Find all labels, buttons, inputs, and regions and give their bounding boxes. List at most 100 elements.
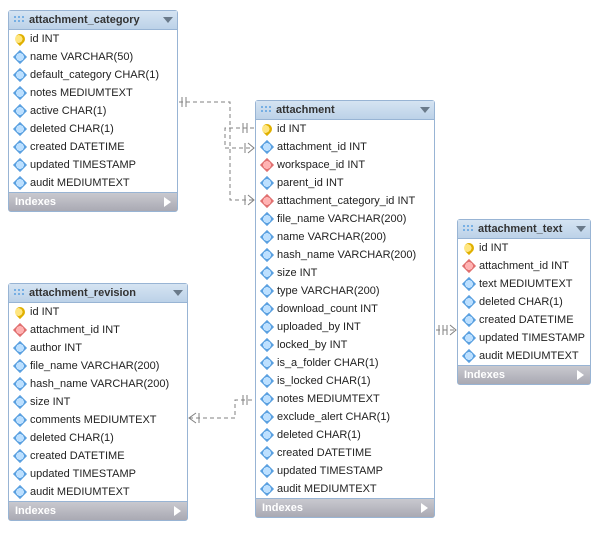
column-row[interactable]: audit MEDIUMTEXT [256,480,434,498]
column-row[interactable]: created DATETIME [256,444,434,462]
column-row[interactable]: download_count INT [256,300,434,318]
column-icon [13,467,27,481]
column-row[interactable]: audit MEDIUMTEXT [9,483,187,501]
column-row[interactable]: text MEDIUMTEXT [458,275,590,293]
column-label: audit MEDIUMTEXT [277,482,377,496]
column-label: audit MEDIUMTEXT [30,176,130,190]
column-row[interactable]: is_a_folder CHAR(1) [256,354,434,372]
column-label: author INT [30,341,82,355]
column-row[interactable]: file_name VARCHAR(200) [9,357,187,375]
chevron-right-icon [577,370,584,380]
column-icon [260,212,274,226]
column-row[interactable]: attachment_id INT [458,257,590,275]
rel-revision-to-attachment [189,395,254,423]
column-icon [260,374,274,388]
column-row[interactable]: updated TIMESTAMP [458,329,590,347]
column-row[interactable]: default_category CHAR(1) [9,66,177,84]
column-label: attachment_id INT [30,323,120,337]
column-row[interactable]: author INT [9,339,187,357]
column-row[interactable]: locked_by INT [256,336,434,354]
column-row[interactable]: parent_id INT [256,174,434,192]
table-attachment-category[interactable]: attachment_category id INTname VARCHAR(5… [8,10,178,212]
column-row[interactable]: id INT [9,303,187,321]
indexes-row[interactable]: Indexes [458,365,590,384]
column-icon [13,431,27,445]
column-row[interactable]: audit MEDIUMTEXT [458,347,590,365]
column-row[interactable]: id INT [458,239,590,257]
column-icon [260,410,274,424]
column-icon [13,359,27,373]
column-row[interactable]: deleted CHAR(1) [9,120,177,138]
column-row[interactable]: created DATETIME [458,311,590,329]
indexes-row[interactable]: Indexes [256,498,434,517]
indexes-row[interactable]: Indexes [9,501,187,520]
chevron-right-icon [164,197,171,207]
column-row[interactable]: type VARCHAR(200) [256,282,434,300]
table-header[interactable]: attachment_category [9,11,177,30]
table-attachment-revision[interactable]: attachment_revision id INT attachment_id … [8,283,188,521]
column-row[interactable]: exclude_alert CHAR(1) [256,408,434,426]
column-row[interactable]: deleted CHAR(1) [458,293,590,311]
column-row[interactable]: created DATETIME [9,138,177,156]
chevron-down-icon[interactable] [420,107,430,113]
column-row[interactable]: uploaded_by INT [256,318,434,336]
column-label: file_name VARCHAR(200) [30,359,159,373]
column-row[interactable]: active CHAR(1) [9,102,177,120]
column-icon [260,356,274,370]
column-row[interactable]: size INT [256,264,434,282]
column-row[interactable]: id INT [9,30,177,48]
chevron-down-icon[interactable] [173,290,183,296]
column-row[interactable]: hash_name VARCHAR(200) [9,375,187,393]
column-label: audit MEDIUMTEXT [479,349,579,363]
column-row[interactable]: deleted CHAR(1) [256,426,434,444]
primary-key-icon [462,241,476,255]
table-title: attachment [276,104,335,116]
column-icon [260,266,274,280]
column-label: id INT [30,305,59,319]
column-row[interactable]: updated TIMESTAMP [9,465,187,483]
column-row[interactable]: name VARCHAR(200) [256,228,434,246]
column-row[interactable]: created DATETIME [9,447,187,465]
column-label: exclude_alert CHAR(1) [277,410,390,424]
column-icon [260,428,274,442]
table-icon [462,224,474,234]
column-label: text MEDIUMTEXT [479,277,573,291]
table-attachment[interactable]: attachment id INTattachment_id INTworksp… [255,100,435,518]
column-icon [462,277,476,291]
column-label: attachment_id INT [479,259,569,273]
column-row[interactable]: workspace_id INT [256,156,434,174]
table-header[interactable]: attachment_revision [9,284,187,303]
column-row[interactable]: updated TIMESTAMP [256,462,434,480]
column-icon [260,140,274,154]
column-row[interactable]: deleted CHAR(1) [9,429,187,447]
column-row[interactable]: id INT [256,120,434,138]
column-row[interactable]: size INT [9,393,187,411]
column-label: hash_name VARCHAR(200) [277,248,416,262]
table-icon [260,105,272,115]
chevron-down-icon[interactable] [163,17,173,23]
column-row[interactable]: file_name VARCHAR(200) [256,210,434,228]
table-header[interactable]: attachment_text [458,220,590,239]
column-row[interactable]: attachment_id INT [9,321,187,339]
column-list: id INT attachment_id INT text MEDIUMTEXT de… [458,239,590,365]
table-header[interactable]: attachment [256,101,434,120]
column-icon [13,377,27,391]
column-row[interactable]: attachment_category_id INT [256,192,434,210]
column-row[interactable]: name VARCHAR(50) [9,48,177,66]
column-label: is_locked CHAR(1) [277,374,371,388]
chevron-down-icon[interactable] [576,226,586,232]
column-row[interactable]: audit MEDIUMTEXT [9,174,177,192]
table-attachment-text[interactable]: attachment_text id INT attachment_id INT t… [457,219,591,385]
column-row[interactable]: notes MEDIUMTEXT [256,390,434,408]
column-label: active CHAR(1) [30,104,106,118]
column-row[interactable]: hash_name VARCHAR(200) [256,246,434,264]
column-row[interactable]: attachment_id INT [256,138,434,156]
column-row[interactable]: is_locked CHAR(1) [256,372,434,390]
column-icon [260,338,274,352]
column-row[interactable]: notes MEDIUMTEXT [9,84,177,102]
indexes-row[interactable]: Indexes [9,192,177,211]
column-icon [462,295,476,309]
column-row[interactable]: comments MEDIUMTEXT [9,411,187,429]
column-icon [13,104,27,118]
column-row[interactable]: updated TIMESTAMP [9,156,177,174]
